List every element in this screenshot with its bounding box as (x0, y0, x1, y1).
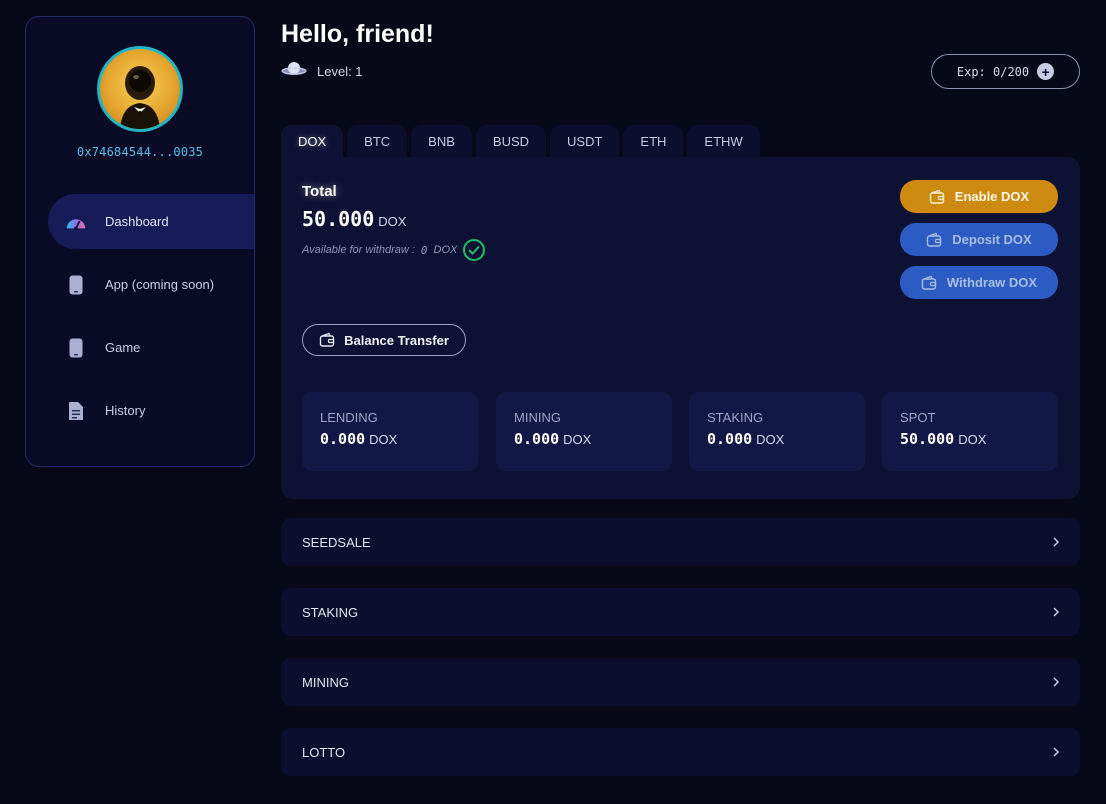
document-icon (66, 401, 86, 421)
tab-eth[interactable]: ETH (623, 125, 684, 157)
nav-label: Dashboard (105, 214, 169, 229)
total-unit: DOX (378, 214, 407, 229)
check-circle-icon (463, 239, 486, 261)
total-label: Total (302, 183, 337, 200)
currency-tabs: DOX BTC BNB BUSD USDT ETH ETHW (281, 125, 760, 157)
nav-item-dashboard[interactable]: Dashboard (48, 194, 254, 249)
wallet-address[interactable]: 0x74684544...0035 (26, 145, 254, 159)
phone-icon (66, 275, 86, 295)
available-value: 0 (420, 243, 428, 257)
plus-icon: + (1037, 63, 1055, 80)
exp-label: Exp: 0/200 (956, 64, 1030, 79)
section-staking[interactable]: STAKING (281, 588, 1080, 636)
stat-spot: SPOT 50.000 DOX (882, 392, 1058, 471)
nav-label: History (105, 403, 146, 418)
withdraw-button[interactable]: Withdraw DOX (900, 266, 1058, 299)
wallet-icon (926, 232, 942, 248)
tab-ethw[interactable]: ETHW (687, 125, 760, 157)
chevron-right-icon (1050, 606, 1062, 618)
nav-label: Game (105, 340, 141, 355)
astronaut-avatar-icon (120, 66, 160, 129)
stat-unit: DOX (958, 432, 987, 447)
balance-transfer-button[interactable]: Balance Transfer (302, 324, 466, 356)
wallet-icon (929, 189, 945, 205)
available-label: Available for withdraw : (302, 244, 415, 256)
wallet-icon (921, 275, 937, 291)
exp-button[interactable]: Exp: 0/200 + (931, 54, 1080, 89)
tab-busd[interactable]: BUSD (475, 125, 547, 157)
stat-value: 50.000 (900, 430, 955, 448)
sidebar: 0x74684544...0035 Dashboard App (coming … (25, 16, 255, 467)
stat-label: MINING (514, 410, 561, 425)
section-seedsale[interactable]: SEEDSALE (281, 518, 1080, 566)
balance-transfer-label: Balance Transfer (344, 332, 449, 348)
speedometer-icon (66, 212, 86, 232)
available-withdraw: Available for withdraw : 0 DOX (302, 239, 486, 261)
deposit-label: Deposit DOX (952, 232, 1032, 247)
level-badge-icon (281, 60, 307, 83)
chevron-right-icon (1050, 746, 1062, 758)
tab-dox[interactable]: DOX (281, 125, 344, 157)
section-label: SEEDSALE (302, 534, 371, 550)
stat-lending: LENDING 0.000 DOX (302, 392, 478, 471)
total-value: 50.000 (302, 207, 375, 231)
withdraw-label: Withdraw DOX (946, 275, 1038, 290)
nav-item-app[interactable]: App (coming soon) (48, 257, 254, 312)
enable-label: Enable DOX (954, 189, 1030, 204)
stat-label: LENDING (320, 410, 378, 425)
section-label: MINING (302, 674, 349, 690)
level-indicator: Level: 1 (281, 60, 363, 83)
stat-value: 0.000 (320, 430, 366, 448)
nav-label: App (coming soon) (105, 277, 215, 292)
enable-button[interactable]: Enable DOX (900, 180, 1058, 213)
tab-bnb[interactable]: BNB (411, 125, 472, 157)
section-label: STAKING (302, 604, 359, 620)
stat-unit: DOX (563, 432, 592, 447)
stat-value: 0.000 (514, 430, 560, 448)
stat-staking: STAKING 0.000 DOX (689, 392, 865, 471)
section-mining[interactable]: MINING (281, 658, 1080, 706)
chevron-right-icon (1050, 536, 1062, 548)
wallet-icon (319, 332, 335, 348)
page-title: Hello, friend! (281, 20, 434, 48)
deposit-button[interactable]: Deposit DOX (900, 223, 1058, 256)
available-unit: DOX (433, 244, 458, 256)
avatar[interactable] (97, 46, 183, 132)
section-lotto[interactable]: LOTTO (281, 728, 1080, 776)
nav-item-game[interactable]: Game (48, 320, 254, 375)
stat-unit: DOX (369, 432, 398, 447)
balance-card: Total 50.000 DOX Available for withdraw … (281, 157, 1080, 499)
stat-value: 0.000 (707, 430, 753, 448)
total-balance: 50.000 DOX (302, 207, 406, 231)
phone-icon (66, 338, 86, 358)
chevron-right-icon (1050, 676, 1062, 688)
section-label: LOTTO (302, 744, 346, 760)
tab-btc[interactable]: BTC (347, 125, 408, 157)
stat-unit: DOX (756, 432, 785, 447)
nav-item-history[interactable]: History (48, 383, 254, 438)
tab-usdt[interactable]: USDT (550, 125, 620, 157)
stat-mining: MINING 0.000 DOX (496, 392, 672, 471)
stat-label: SPOT (900, 410, 936, 425)
stat-label: STAKING (707, 410, 764, 425)
level-label: Level: 1 (317, 64, 363, 79)
